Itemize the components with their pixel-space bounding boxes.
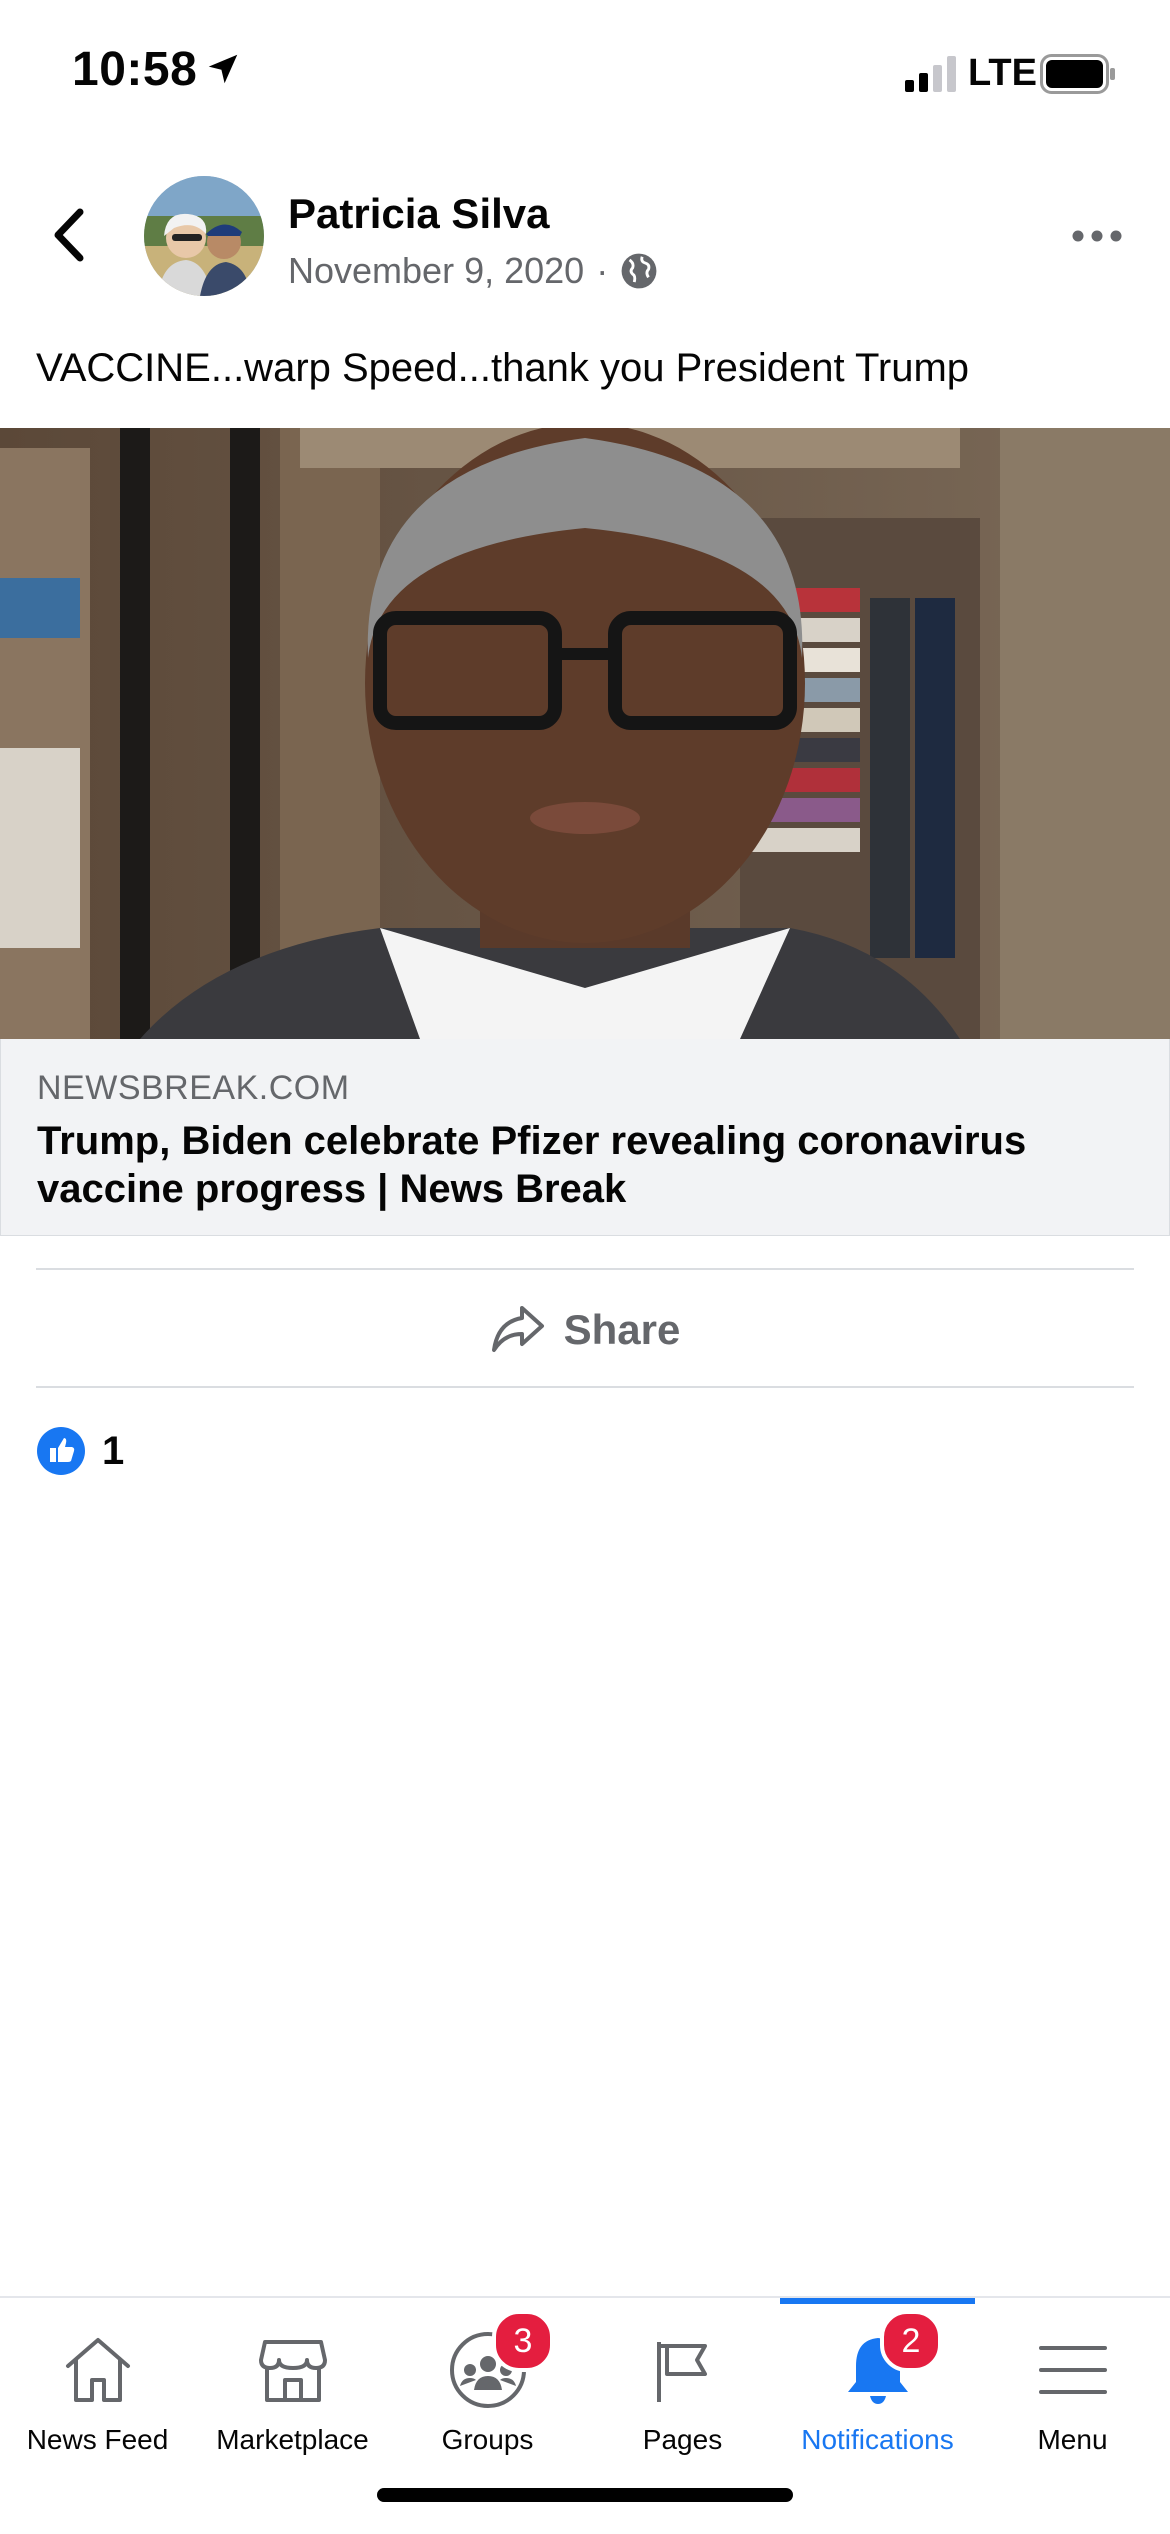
- tab-groups[interactable]: 3 Groups: [390, 2298, 585, 2478]
- status-bar: 10:58 LTE: [0, 0, 1170, 150]
- divider: [36, 1386, 1134, 1388]
- tab-pages[interactable]: Pages: [585, 2298, 780, 2478]
- notifications-badge: 2: [880, 2310, 942, 2372]
- tab-news-feed[interactable]: News Feed: [0, 2298, 195, 2478]
- battery-icon: [1040, 54, 1115, 94]
- home-icon: [65, 2338, 130, 2402]
- post-date[interactable]: November 9, 2020: [288, 250, 584, 292]
- groups-badge: 3: [492, 2310, 554, 2372]
- more-options-icon[interactable]: [1070, 224, 1124, 248]
- like-reaction-icon: [37, 1427, 85, 1475]
- tab-label: Groups: [441, 2424, 534, 2455]
- author-avatar[interactable]: [144, 176, 264, 296]
- reactions-summary[interactable]: 1: [36, 1426, 124, 1476]
- divider: [36, 1268, 1134, 1270]
- link-title: Trump, Biden celebrate Pfizer revealing …: [37, 1119, 1027, 1211]
- network-type: LTE: [968, 52, 1037, 94]
- tab-label: Pages: [642, 2424, 723, 2455]
- flag-icon: [656, 2342, 707, 2402]
- author-name[interactable]: Patricia Silva: [288, 190, 550, 238]
- hamburger-icon: [1038, 2346, 1107, 2394]
- tab-label: Menu: [1037, 2424, 1108, 2455]
- link-preview-image[interactable]: [0, 428, 1170, 1039]
- globe-icon: [621, 253, 657, 289]
- reaction-count: 1: [102, 1428, 125, 1473]
- shop-icon: [258, 2340, 327, 2402]
- active-tab-indicator: [780, 2298, 975, 2304]
- back-arrow-icon[interactable]: [44, 200, 94, 270]
- tab-label: News Feed: [26, 2424, 169, 2455]
- signal-bars-icon: [905, 56, 956, 92]
- tab-notifications[interactable]: 2 Notifications: [780, 2298, 975, 2478]
- tab-marketplace[interactable]: Marketplace: [195, 2298, 390, 2478]
- share-button[interactable]: Share: [0, 1272, 1170, 1388]
- post-meta: November 9, 2020 ·: [288, 250, 658, 292]
- location-arrow-icon: [208, 54, 238, 84]
- link-domain: NEWSBREAK.COM: [37, 1069, 350, 1107]
- meta-separator: ·: [596, 250, 609, 291]
- avatar-photo: [144, 176, 264, 296]
- post-text: VACCINE...warp Speed...thank you Preside…: [36, 346, 970, 390]
- status-time: 10:58: [72, 43, 198, 96]
- tab-label: Marketplace: [216, 2424, 369, 2455]
- share-label: Share: [563, 1306, 681, 1353]
- link-preview-info[interactable]: NEWSBREAK.COM Trump, Biden celebrate Pfi…: [0, 1039, 1170, 1236]
- share-arrow-icon: [491, 1306, 544, 1352]
- tab-label: Notifications: [801, 2424, 954, 2455]
- link-photo: [0, 428, 1170, 1039]
- tab-menu[interactable]: Menu: [975, 2298, 1170, 2478]
- home-indicator[interactable]: [377, 2488, 793, 2502]
